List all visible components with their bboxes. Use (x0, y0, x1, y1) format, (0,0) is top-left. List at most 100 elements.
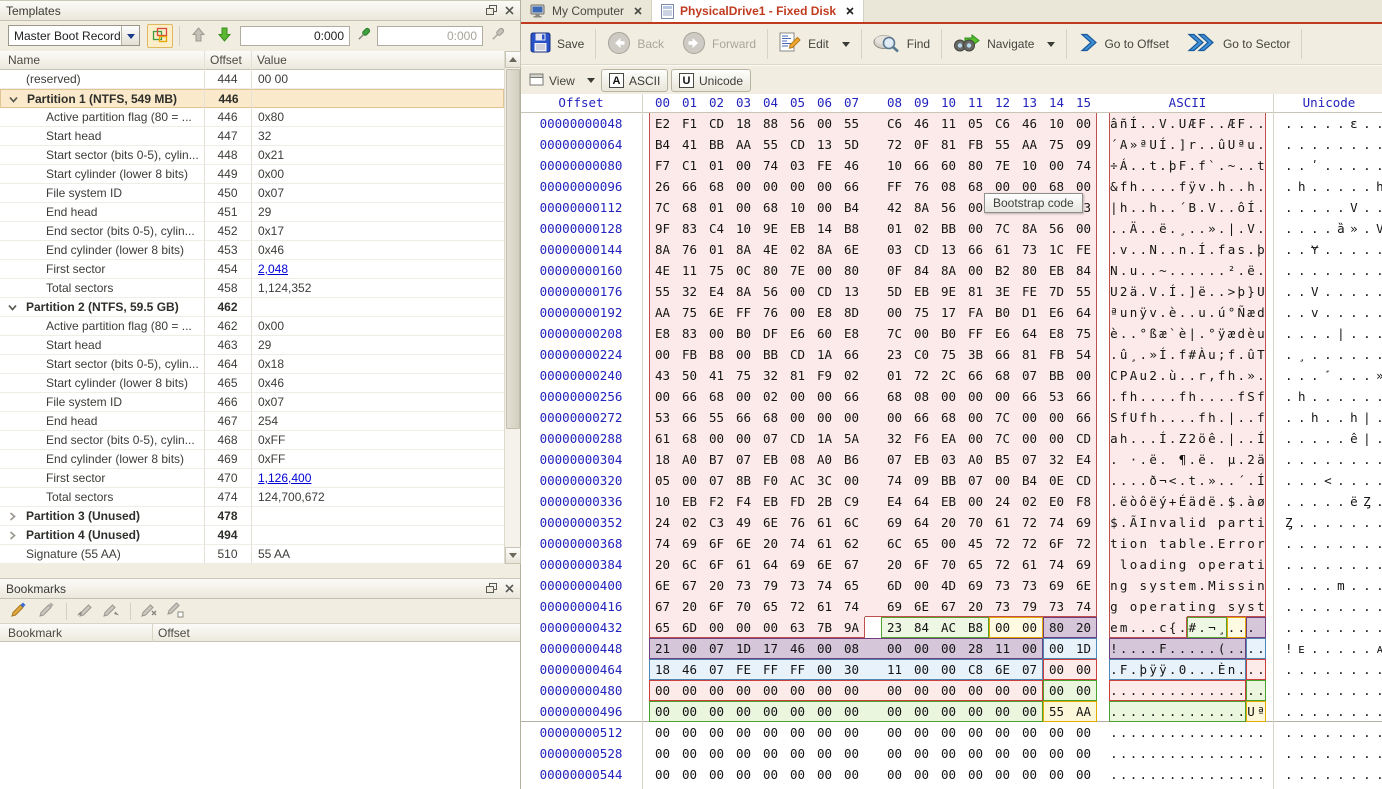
ascii-char[interactable]: . (1129, 743, 1139, 764)
ascii-char[interactable] (1119, 596, 1129, 617)
ascii-char[interactable]: . (1187, 743, 1197, 764)
view-dropdown-icon[interactable] (587, 78, 595, 83)
hex-byte[interactable]: 00 (811, 764, 838, 785)
hex-byte-partition-2[interactable]: 6E (989, 659, 1016, 680)
hex-byte[interactable]: 00 (908, 722, 935, 743)
ascii-char[interactable]: . (1138, 764, 1148, 785)
ascii-char[interactable]: . (1129, 659, 1139, 680)
hex-byte-bootstrap-code[interactable]: 7B (811, 617, 838, 638)
hex-byte-bootstrap-code[interactable]: 72 (1016, 512, 1043, 533)
ascii-char[interactable]: . (1236, 491, 1246, 512)
hex-byte-bootstrap-code[interactable]: 32 (676, 281, 703, 302)
hex-byte-partition-2[interactable]: 07 (1016, 659, 1043, 680)
ascii-char[interactable]: a (1168, 596, 1178, 617)
hex-byte-partition-4[interactable]: 00 (676, 701, 703, 722)
ascii-char[interactable]: ¸ (1178, 218, 1188, 239)
hex-byte-partition-4[interactable]: 00 (649, 701, 676, 722)
hex-byte-bootstrap-code[interactable]: E4 (703, 281, 730, 302)
hex-byte-partition-1[interactable]: 00 (676, 638, 703, 659)
hex-byte-bootstrap-code[interactable]: 72 (784, 596, 811, 617)
hex-byte[interactable]: 00 (1043, 743, 1070, 764)
ascii-char[interactable]: . (1207, 281, 1217, 302)
ascii-char[interactable]: . (1148, 218, 1158, 239)
hex-byte-bootstrap-code[interactable]: 8A (908, 197, 935, 218)
hex-byte[interactable]: 00 (881, 722, 908, 743)
ascii-char[interactable]: e (1109, 617, 1119, 638)
hex-byte-bootstrap-code[interactable]: 61 (1016, 554, 1043, 575)
hex-byte-bootstrap-code[interactable]: 7C (649, 197, 676, 218)
ascii-char[interactable]: 2 (1119, 281, 1129, 302)
ascii-char[interactable]: . (1158, 764, 1168, 785)
hex-row-bytes[interactable]: 00000000000000000000000000000000 (649, 764, 1097, 785)
ascii-char[interactable]: v (1148, 302, 1158, 323)
hex-byte-bootstrap-code[interactable]: 73 (989, 596, 1016, 617)
ascii-char[interactable]: þ (1138, 659, 1148, 680)
hex-byte-bootstrap-code[interactable]: 67 (649, 596, 676, 617)
hex-byte-bootstrap-code[interactable]: 66 (989, 344, 1016, 365)
hex-byte[interactable]: 00 (1016, 722, 1043, 743)
hex-byte-bootstrap-code[interactable]: 00 (1043, 428, 1070, 449)
ascii-char[interactable]: . (1178, 407, 1188, 428)
hex-byte-bootstrap-code[interactable]: 6E (908, 596, 935, 617)
hex-row-bytes[interactable]: 00000000000000000000000000000000 (649, 743, 1097, 764)
ascii-char[interactable]: . (1236, 218, 1246, 239)
ascii-char[interactable]: u (1119, 302, 1129, 323)
ascii-char[interactable]: . (1246, 617, 1256, 638)
ascii-char[interactable]: . (1227, 470, 1237, 491)
hex-byte-bootstrap-code[interactable]: 02 (676, 512, 703, 533)
ascii-char[interactable]: . (1138, 743, 1148, 764)
ascii-char[interactable]: . (1158, 155, 1168, 176)
ascii-char[interactable]: . (1217, 701, 1227, 722)
ascii-char[interactable]: . (1197, 701, 1207, 722)
hex-row-ascii[interactable]: .û¸.»Í.f#Àu;f.ûT (1109, 344, 1266, 365)
ascii-char[interactable]: . (1207, 701, 1217, 722)
hex-byte[interactable]: 00 (1070, 722, 1097, 743)
ascii-char[interactable]: . (1109, 470, 1119, 491)
hex-byte-bootstrap-code[interactable]: 00 (962, 260, 989, 281)
ascii-char[interactable]: | (1227, 218, 1237, 239)
ascii-char[interactable]: . (1168, 659, 1178, 680)
ascii-char[interactable]: . (1129, 638, 1139, 659)
hex-byte-bootstrap-code[interactable]: 6C (676, 554, 703, 575)
hex-byte-bootstrap-code[interactable]: 69 (784, 554, 811, 575)
ascii-char[interactable]: . (1168, 764, 1178, 785)
hex-row-ascii[interactable]: . ·.ë. ¶.ë. µ.2ä (1109, 449, 1266, 470)
hex-byte-bootstrap-code[interactable]: 74 (757, 155, 784, 176)
ascii-char[interactable]: o (1129, 596, 1139, 617)
hex-row-bytes[interactable]: 6E672073797374656D004D697373696E (649, 575, 1097, 596)
hex-byte[interactable]: 00 (757, 743, 784, 764)
hex-byte-signature-55aa[interactable]: AA (1070, 701, 1097, 722)
hex-byte-bootstrap-code[interactable]: 01 (703, 197, 730, 218)
hex-grid[interactable]: 00000000048E2F1CD1888560055C6461105C6461… (521, 113, 1382, 785)
column-header-value[interactable]: Value (257, 53, 287, 67)
hex-byte-partition-1[interactable]: 00 (811, 638, 838, 659)
hex-byte-bootstrap-code[interactable]: 66 (962, 365, 989, 386)
hex-byte-partition-4[interactable]: 00 (962, 701, 989, 722)
ascii-char[interactable] (1168, 449, 1178, 470)
hex-byte[interactable]: 00 (935, 764, 962, 785)
ascii-char[interactable]: ÷ (1109, 155, 1119, 176)
ascii-char[interactable]: r (1256, 533, 1266, 554)
hex-row-bytes[interactable]: 2100071D17460008000000281100001D (649, 638, 1097, 659)
hex-byte-bootstrap-code[interactable]: 7D (1043, 281, 1070, 302)
template-row[interactable]: End sector (bits 0-5), cylin...4520x17 (0, 222, 504, 241)
hex-byte-partition-3[interactable]: 00 (1070, 659, 1097, 680)
hex-byte-bootstrap-code[interactable]: 8A (649, 239, 676, 260)
template-row[interactable]: Active partition flag (80 = ...4460x80 (0, 108, 504, 127)
ascii-char[interactable]: . (1236, 407, 1246, 428)
hex-byte-bootstrap-code[interactable]: 20 (649, 554, 676, 575)
hex-row-unicode[interactable]: .....ԑ.. (1279, 113, 1379, 134)
ascii-char[interactable]: . (1119, 638, 1129, 659)
hex-byte-bootstrap-code[interactable]: 00 (908, 323, 935, 344)
hex-byte[interactable]: 00 (1043, 722, 1070, 743)
hex-byte-bootstrap-code[interactable]: FB (676, 344, 703, 365)
hex-byte-bootstrap-code[interactable]: B0 (989, 302, 1016, 323)
template-row[interactable]: File system ID4500x07 (0, 184, 504, 203)
template-selector[interactable]: Master Boot Record (8, 25, 140, 46)
hex-byte-bootstrap-code[interactable]: 03 (881, 239, 908, 260)
hex-byte-bootstrap-code[interactable]: 00 (730, 386, 757, 407)
hex-byte-bootstrap-code[interactable]: A0 (676, 449, 703, 470)
hex-byte-bootstrap-code[interactable]: 00 (730, 617, 757, 638)
hex-byte-bootstrap-code[interactable]: 20 (962, 596, 989, 617)
hex-byte[interactable]: 00 (784, 722, 811, 743)
